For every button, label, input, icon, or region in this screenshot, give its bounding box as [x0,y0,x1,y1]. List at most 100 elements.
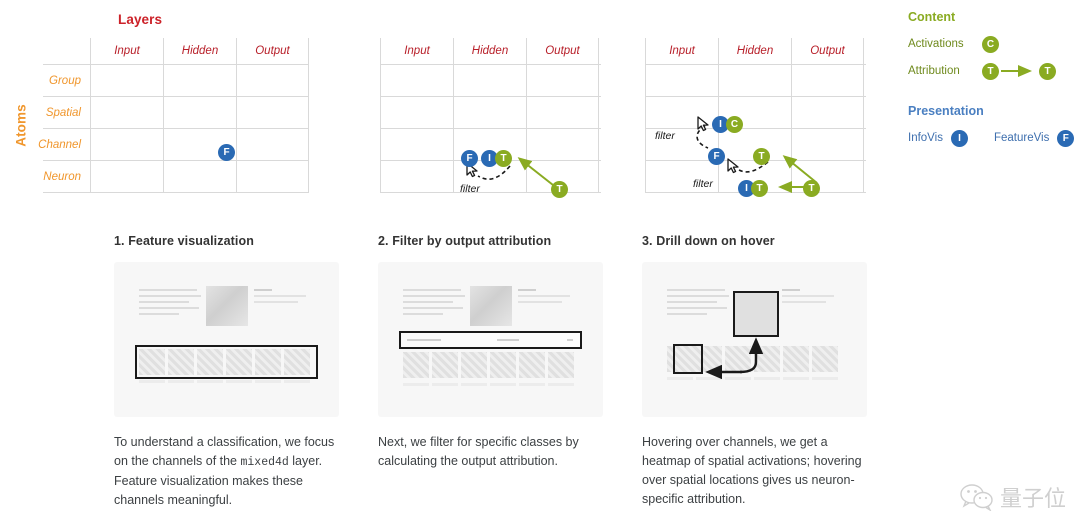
cell-neuron-output[interactable] [526,161,599,192]
wechat-icon [960,484,993,511]
matrix-row-spatial [613,97,866,128]
cell-group-output[interactable] [236,65,309,96]
cell-spatial-input[interactable] [90,97,163,128]
faux-thumb [490,352,516,378]
column-header-output: Output [236,38,309,64]
cell-neuron-output[interactable] [236,161,309,192]
badge-activations: C [982,35,999,53]
faux-hero-image [470,286,512,326]
column-header-input: Input [645,38,718,64]
drill-down-arrows [705,337,764,380]
cell-group-hidden[interactable] [453,65,526,96]
cell-channel-hidden[interactable] [163,129,236,160]
cell-group-output[interactable] [526,65,599,96]
caption-part: Next, we filter for specific classes by … [378,435,579,468]
legend-heading-content: Content [908,10,956,24]
panel-caption: Next, we filter for specific classes by … [378,433,610,471]
legend-label-infovis: InfoVis [908,132,943,144]
cell-spatial-hidden[interactable] [163,97,236,128]
cell-group-input[interactable] [380,65,453,96]
cell-neuron-output[interactable] [791,161,864,192]
matrix-row-group: Group [8,65,309,96]
matrix-row-group [613,65,866,96]
cell-channel-input[interactable] [380,129,453,160]
badge-attribution-target: T [1039,62,1056,80]
filter-by-attribution-screenshot[interactable] [378,262,603,417]
panel-feature-visualization: 1. Feature visualization To understand a… [114,234,354,510]
matrix-row-channel [613,129,866,160]
watermark-text: 量子位 [999,487,1066,512]
legend: Content Activations C Attribution T T Pr… [908,10,1075,154]
row-spacer [348,129,380,160]
cell-group-input[interactable] [645,65,718,96]
cell-group-output[interactable] [791,65,864,96]
column-header-hidden: Hidden [453,38,526,64]
caption-code: mixed4d [240,456,289,469]
faux-thumb [432,352,458,378]
row-label-neuron: Neuron [43,170,81,183]
cell-channel-output[interactable] [791,129,864,160]
cell-channel-input[interactable] [645,129,718,160]
faux-hero-image [206,286,248,326]
matrix-row-neuron: Neuron [8,161,309,192]
faux-text-block-right [518,289,573,307]
panel-caption: To understand a classification, we focus… [114,433,346,510]
column-header-input: Input [380,38,453,64]
row-spacer [613,65,645,96]
cell-channel-hidden[interactable] [453,129,526,160]
panel-heading: 3. Drill down on hover [642,234,775,248]
cell-channel-input[interactable] [90,129,163,160]
cell-neuron-input[interactable] [90,161,163,192]
panel-heading: 2. Filter by output attribution [378,234,552,248]
layers-axis-title: Layers [118,12,163,27]
cell-channel-hidden[interactable] [718,129,791,160]
grid-line [645,192,866,193]
cell-channel-output[interactable] [526,129,599,160]
highlight-box-filter-bar [399,331,582,349]
cell-spatial-hidden[interactable] [453,97,526,128]
badge-attribution-source: T [982,62,999,80]
matrix-header-row: Input Hidden Output [8,38,309,64]
highlight-box-channels [135,345,318,379]
cell-channel-output[interactable] [236,129,309,160]
cell-group-hidden[interactable] [163,65,236,96]
row-spacer [348,65,380,96]
row-spacer [348,97,380,128]
cell-neuron-hidden[interactable] [163,161,236,192]
matrix-row-spatial [348,97,601,128]
cell-spatial-input[interactable] [380,97,453,128]
panel-drill-down: 3. Drill down on hover Hovering over cha… [642,234,882,509]
caption-part: Hovering over channels, we get a heatmap… [642,435,862,506]
cell-neuron-input[interactable] [645,161,718,192]
faux-text-block [139,289,201,319]
cell-spatial-hidden[interactable] [718,97,791,128]
cell-group-input[interactable] [90,65,163,96]
feature-visualization-screenshot[interactable] [114,262,339,417]
filter-by-output-attribution-matrix: Input Hidden Output F I T T filter [348,38,601,198]
cell-neuron-hidden[interactable] [718,161,791,192]
cell-spatial-output[interactable] [236,97,309,128]
watermark: 量子位 [960,481,1066,513]
cell-neuron-input[interactable] [380,161,453,192]
cell-spatial-input[interactable] [645,97,718,128]
drill-down-screenshot[interactable] [642,262,867,417]
badge-infovis: I [950,129,968,147]
legend-label-activations: Activations [908,38,964,50]
column-header-hidden: Hidden [718,38,791,64]
cell-group-hidden[interactable] [718,65,791,96]
legend-label-featurevis: FeatureVis [993,132,1050,144]
matrix-row-neuron [348,161,601,192]
row-label-spatial: Spatial [45,106,81,119]
faux-thumb [403,352,429,378]
column-header-input: Input [90,38,163,64]
panel-filter-by-attribution: 2. Filter by output attribution Next, we… [378,234,618,471]
panel-heading: 1. Feature visualization [114,234,254,248]
matrix-row-spatial: Spatial [8,97,309,128]
cell-neuron-hidden[interactable] [453,161,526,192]
cell-spatial-output[interactable] [791,97,864,128]
cell-spatial-output[interactable] [526,97,599,128]
faux-text-block [403,289,465,319]
page-root: Layers Atoms Input Hidden Output Group S… [0,0,1080,521]
matrix-header-row: Input Hidden Output [348,38,601,64]
legend-heading-presentation: Presentation [908,104,984,118]
